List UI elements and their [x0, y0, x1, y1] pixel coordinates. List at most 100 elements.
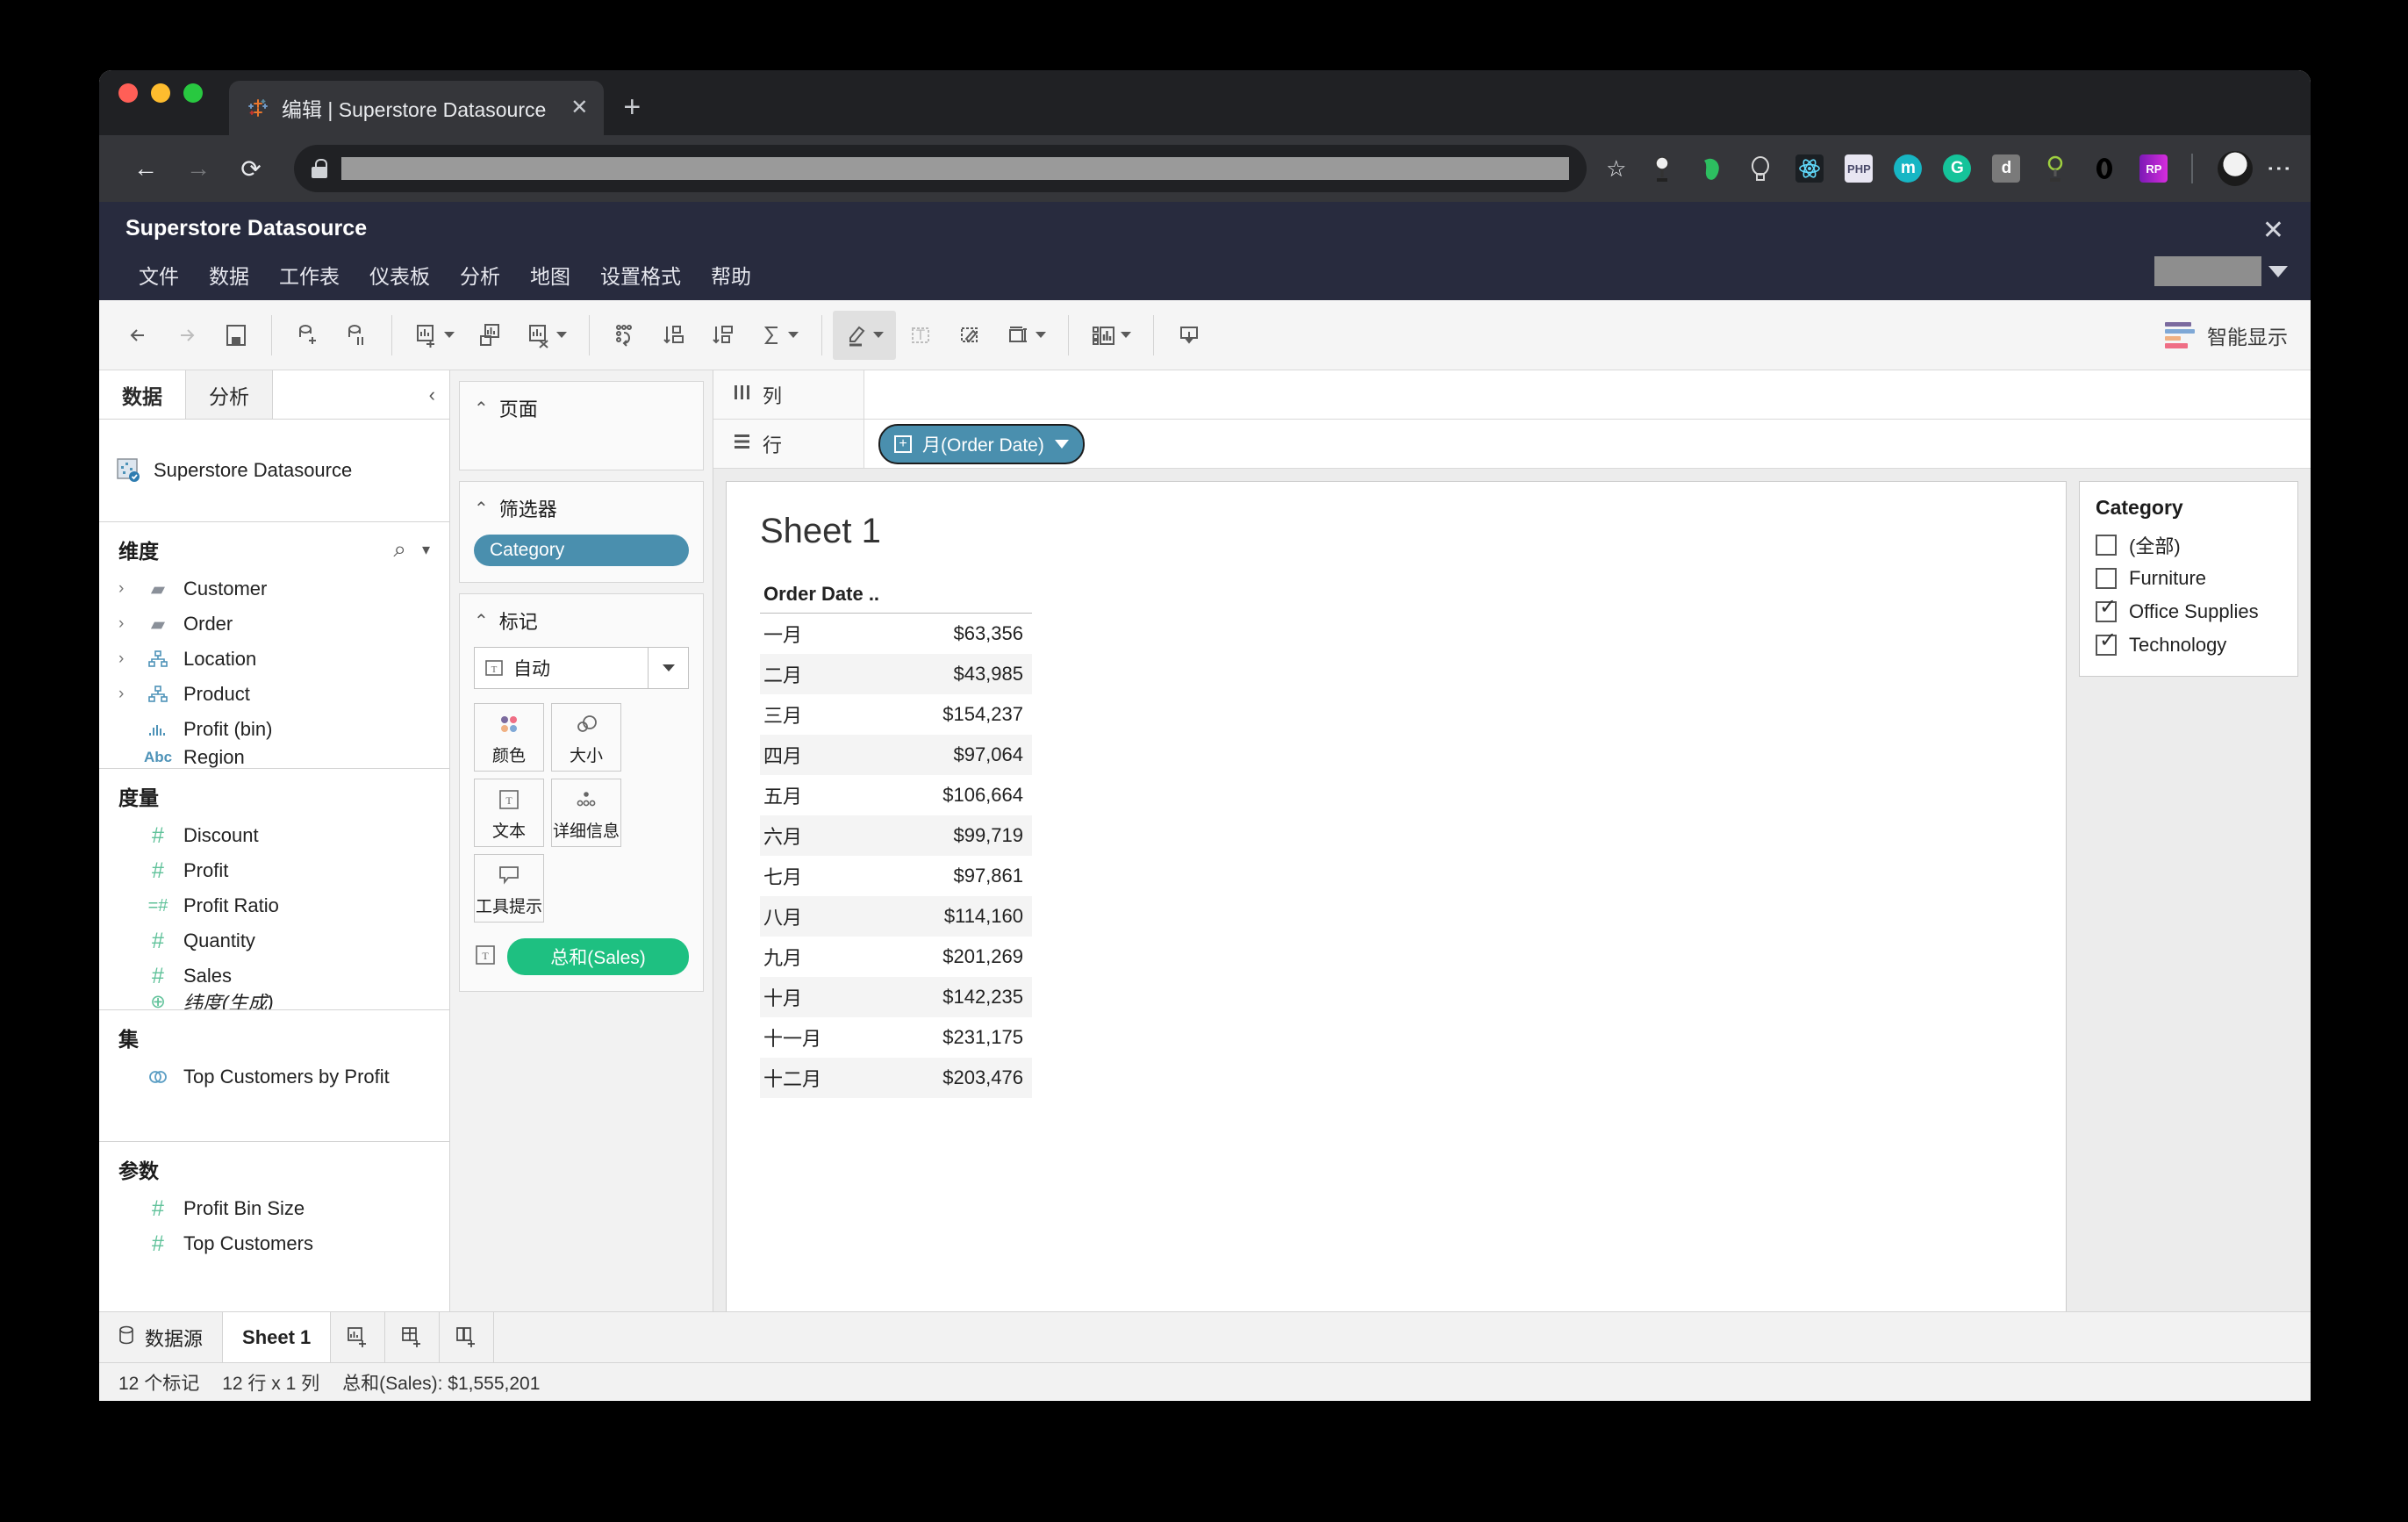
sort-descending-icon[interactable]: [699, 311, 748, 360]
opera-extension-icon[interactable]: [2090, 154, 2118, 183]
worksheet-canvas[interactable]: Sheet 1 Order Date .. 一月 $63,356 二月 $43,985…: [726, 481, 2067, 1320]
save-icon[interactable]: [211, 311, 261, 360]
maximize-window-button[interactable]: [183, 83, 203, 103]
show-hide-cards-icon[interactable]: [1079, 311, 1143, 360]
table-row[interactable]: 三月 $154,237: [760, 694, 1032, 735]
marks-tooltip-button[interactable]: 工具提示: [474, 854, 544, 923]
tab-analytics[interactable]: 分析: [186, 370, 273, 419]
bookmark-star-icon[interactable]: ☆: [1606, 155, 1626, 183]
category-filter-option[interactable]: Office Supplies: [2096, 595, 2282, 628]
marks-size-button[interactable]: 大小: [551, 703, 621, 772]
table-row[interactable]: 十一月 $231,175: [760, 1017, 1032, 1058]
download-icon[interactable]: [1165, 311, 1214, 360]
rp-extension-icon[interactable]: RP: [2139, 154, 2168, 183]
evernote-extension-icon[interactable]: [1697, 154, 1725, 183]
table-row[interactable]: 十月 $142,235: [760, 977, 1032, 1017]
pages-shelf[interactable]: [460, 431, 703, 470]
dimension-customer[interactable]: › ▰ Customer: [99, 571, 449, 607]
column-header-order-date[interactable]: Order Date ..: [760, 578, 1032, 614]
tab-data[interactable]: 数据: [99, 370, 186, 419]
menu-dashboard[interactable]: 仪表板: [355, 253, 445, 297]
clear-sheet-icon[interactable]: [515, 311, 578, 360]
chevron-right-icon[interactable]: ›: [118, 579, 133, 599]
marks-detail-button[interactable]: 详细信息: [551, 779, 621, 847]
magnifier-extension-icon[interactable]: [2041, 154, 2069, 183]
close-window-button[interactable]: [118, 83, 138, 103]
new-worksheet-icon[interactable]: [403, 311, 466, 360]
rows-drop-area[interactable]: + 月(Order Date): [864, 420, 2311, 468]
chevron-right-icon[interactable]: ›: [118, 685, 133, 704]
chevron-up-icon[interactable]: ⌃: [474, 610, 489, 632]
marks-pill-sum-sales[interactable]: 总和(Sales): [507, 938, 689, 975]
fit-icon[interactable]: [994, 311, 1057, 360]
parameter-profit-bin-size[interactable]: # Profit Bin Size: [99, 1191, 449, 1226]
header-dropdown[interactable]: [2154, 256, 2288, 286]
momentum-extension-icon[interactable]: m: [1894, 154, 1923, 183]
marks-text-button[interactable]: T 文本: [474, 779, 544, 847]
measure-profit-ratio[interactable]: =# Profit Ratio: [99, 888, 449, 923]
dimension-product[interactable]: › Product: [99, 677, 449, 712]
new-worksheet-button[interactable]: [331, 1312, 386, 1362]
filter-pill-category[interactable]: Category: [474, 535, 689, 566]
chevron-down-icon[interactable]: ▾: [422, 541, 430, 559]
table-row[interactable]: 八月 $114,160: [760, 896, 1032, 937]
category-filter-option[interactable]: Technology: [2096, 628, 2282, 662]
address-bar[interactable]: [294, 145, 1587, 192]
table-row[interactable]: 五月 $106,664: [760, 775, 1032, 815]
show-me-button[interactable]: 智能显示: [2165, 320, 2288, 350]
chevron-down-icon[interactable]: [1054, 439, 1069, 449]
table-row[interactable]: 四月 $97,064: [760, 735, 1032, 775]
menu-worksheet[interactable]: 工作表: [264, 253, 355, 297]
table-row[interactable]: 九月 $201,269: [760, 937, 1032, 977]
d-extension-icon[interactable]: d: [1992, 154, 2021, 183]
redo-icon[interactable]: [162, 311, 211, 360]
sort-ascending-icon[interactable]: [649, 311, 699, 360]
back-icon[interactable]: ←: [122, 145, 169, 192]
pause-refresh-icon[interactable]: [332, 311, 381, 360]
measure-profit[interactable]: # Profit: [99, 853, 449, 888]
measure-sales[interactable]: # Sales: [99, 958, 449, 994]
checkbox[interactable]: [2096, 597, 2117, 622]
lightbulb-extension-icon[interactable]: [1746, 154, 1774, 183]
measure-discount[interactable]: # Discount: [99, 818, 449, 853]
new-datasource-icon[interactable]: [283, 311, 332, 360]
mark-type-dropdown[interactable]: T 自动: [474, 647, 689, 689]
chevron-up-icon[interactable]: ⌃: [474, 398, 489, 420]
table-row[interactable]: 一月 $63,356: [760, 614, 1032, 655]
grammarly-extension-icon[interactable]: G: [1943, 154, 1972, 183]
forward-icon[interactable]: →: [175, 145, 222, 192]
tab-sheet-1[interactable]: Sheet 1: [223, 1312, 332, 1362]
checkbox[interactable]: [2096, 535, 2117, 556]
browser-menu-icon[interactable]: ⋮: [2266, 156, 2293, 181]
browser-tab[interactable]: 编辑 | Superstore Datasource ✕: [229, 81, 605, 135]
category-filter-option[interactable]: (全部): [2096, 528, 2282, 562]
lamp-extension-icon[interactable]: [1648, 154, 1676, 183]
checkbox[interactable]: [2096, 568, 2117, 589]
chevron-up-icon[interactable]: ⌃: [474, 498, 489, 520]
columns-drop-area[interactable]: [864, 370, 2311, 419]
chevron-right-icon[interactable]: ›: [118, 614, 133, 634]
chevron-down-icon[interactable]: [648, 648, 688, 688]
fix-axes-icon[interactable]: [945, 311, 994, 360]
swap-rows-columns-icon[interactable]: [600, 311, 649, 360]
parameter-top-customers[interactable]: # Top Customers: [99, 1226, 449, 1261]
totals-icon[interactable]: [748, 311, 811, 360]
rows-pill-month-order-date[interactable]: + 月(Order Date): [878, 423, 1085, 464]
close-icon[interactable]: ✕: [2262, 218, 2284, 244]
react-extension-icon[interactable]: [1795, 154, 1824, 183]
reload-icon[interactable]: ⟳: [227, 145, 275, 192]
php-extension-icon[interactable]: PHP: [1845, 154, 1874, 183]
collapse-pane-icon[interactable]: ‹: [415, 370, 449, 419]
minimize-window-button[interactable]: [151, 83, 170, 103]
menu-data[interactable]: 数据: [194, 253, 264, 297]
dimension-profit-bin[interactable]: Profit (bin): [99, 712, 449, 747]
dimension-region[interactable]: Abc Region: [99, 747, 449, 768]
tab-datasource[interactable]: 数据源: [99, 1312, 224, 1362]
avatar[interactable]: [2218, 151, 2254, 186]
measure-latitude-generated[interactable]: ⊕ 纬度(生成): [99, 994, 449, 1009]
chevron-right-icon[interactable]: ›: [118, 650, 133, 669]
datasource-list-item[interactable]: Superstore Datasource: [99, 420, 449, 521]
dimension-order[interactable]: › ▰ Order: [99, 607, 449, 642]
expand-plus-icon[interactable]: +: [894, 434, 912, 453]
menu-analysis[interactable]: 分析: [445, 253, 515, 297]
